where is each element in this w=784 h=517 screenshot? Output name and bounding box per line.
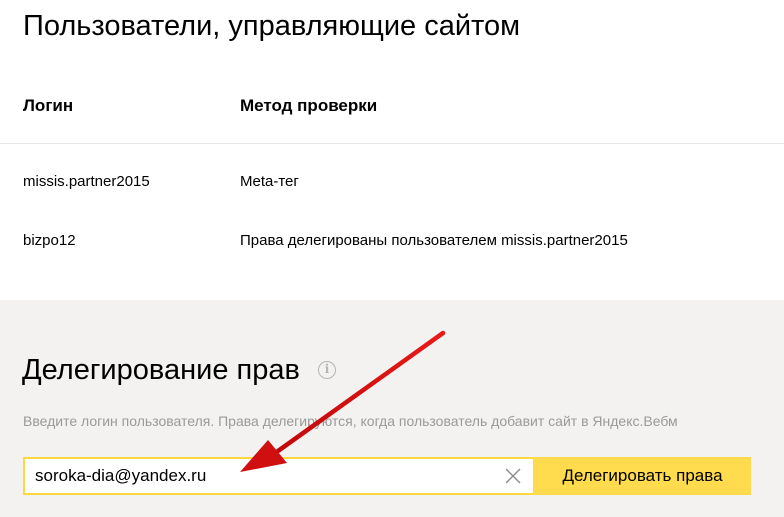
login-input[interactable] xyxy=(25,459,495,493)
column-header-method: Метод проверки xyxy=(240,96,378,115)
info-icon[interactable]: i xyxy=(318,361,336,379)
user-login-cell: bizpo12 xyxy=(23,232,76,249)
login-input-wrapper xyxy=(23,457,535,495)
delegation-section: Делегирование прав i Введите логин польз… xyxy=(0,300,784,517)
user-login-cell: missis.partner2015 xyxy=(23,173,150,190)
delegation-title: Делегирование прав xyxy=(22,354,300,386)
close-icon[interactable] xyxy=(503,466,523,486)
table-divider xyxy=(0,143,784,144)
delegation-hint: Введите логин пользователя. Права делеги… xyxy=(23,413,678,429)
verification-method-cell: Права делегированы пользователем missis.… xyxy=(240,232,628,249)
column-header-login: Логин xyxy=(23,96,74,115)
delegate-rights-button[interactable]: Делегировать права xyxy=(534,457,751,495)
page-title: Пользователи, управляющие сайтом xyxy=(23,10,521,42)
verification-method-cell: Meta-тег xyxy=(240,173,299,190)
users-section: Пользователи, управляющие сайтом Логин М… xyxy=(0,0,784,300)
